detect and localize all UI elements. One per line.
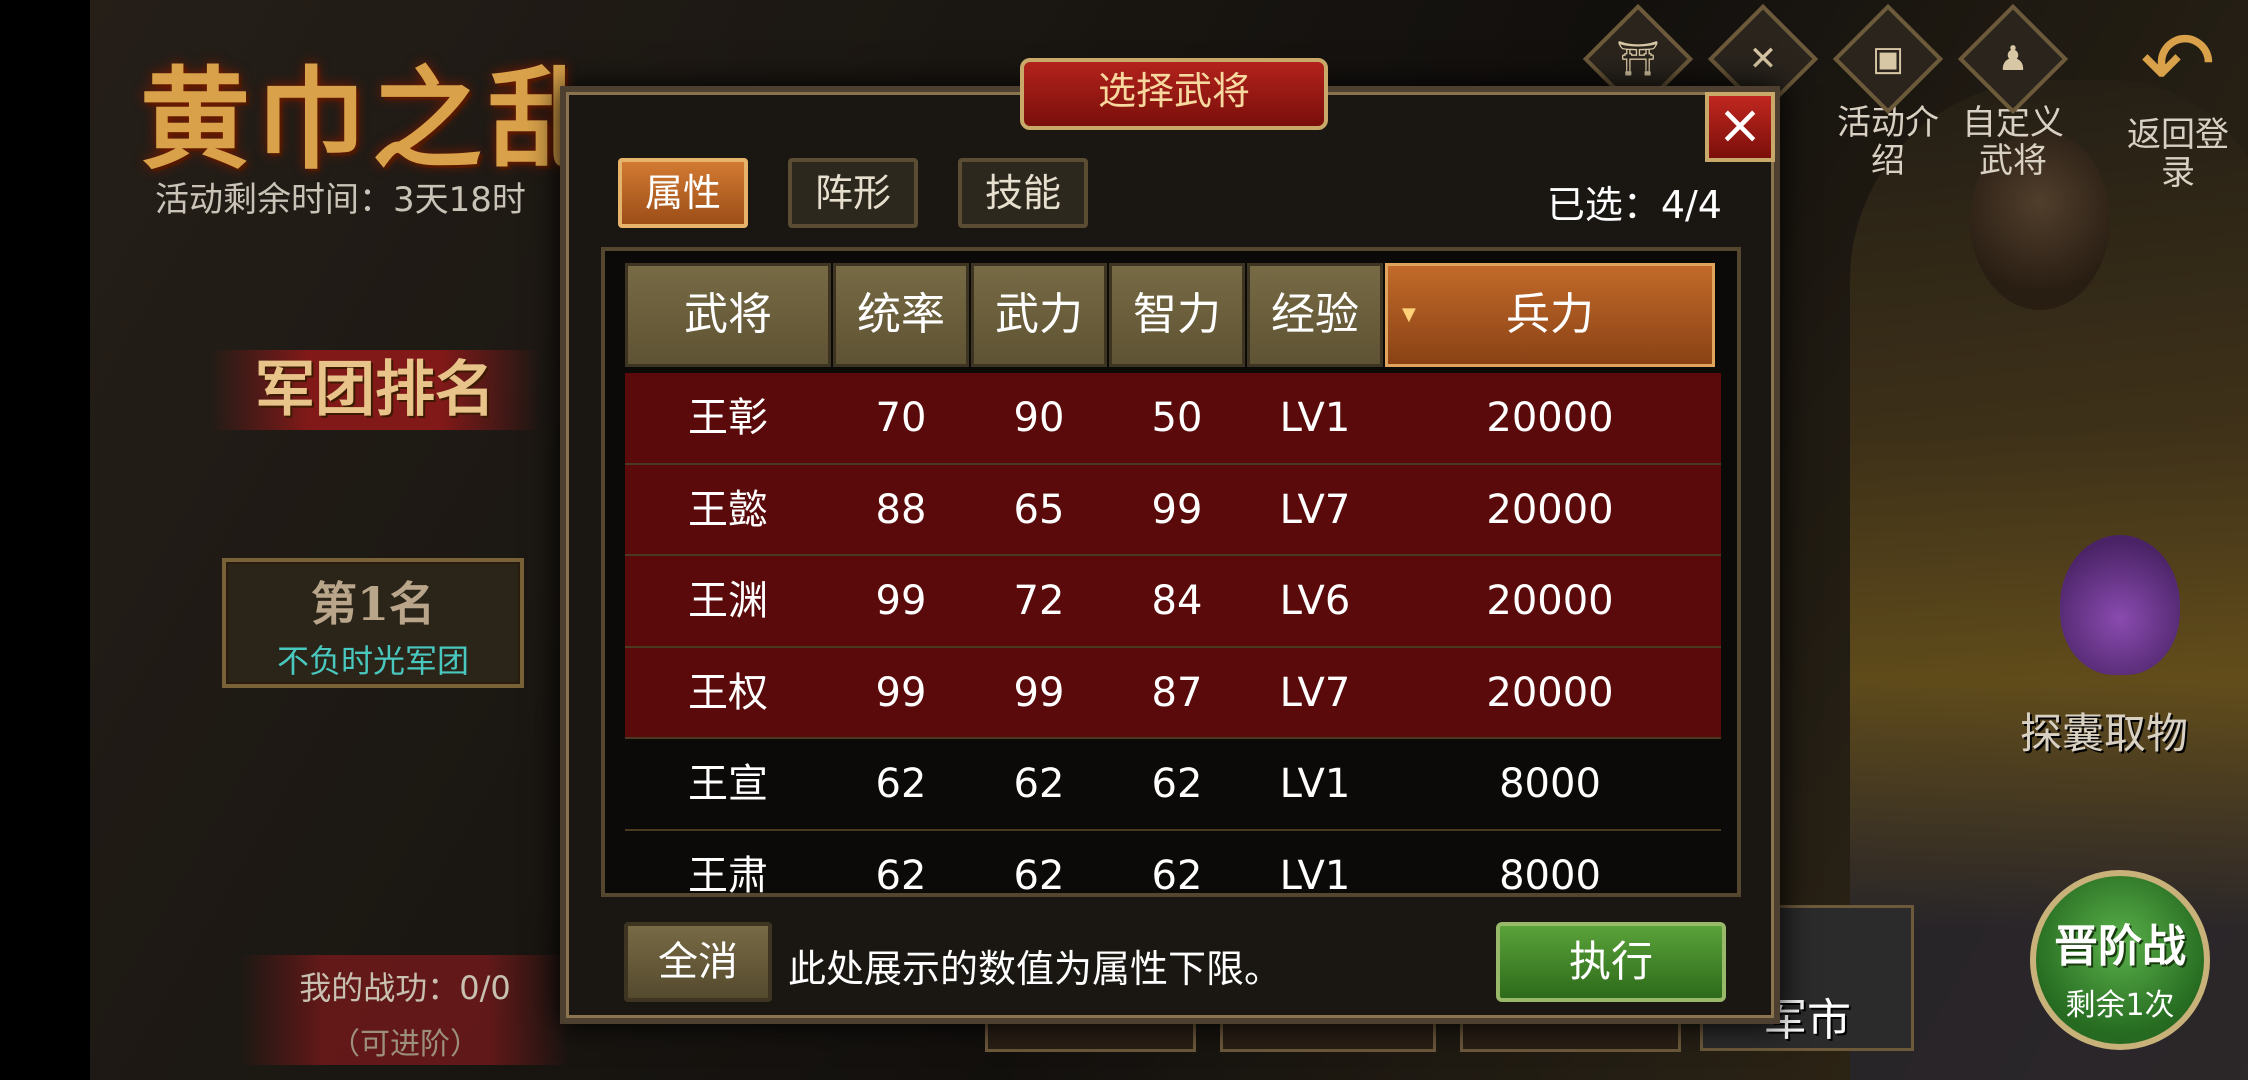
rank-label: 第1名 [310,577,435,631]
table-row[interactable]: 王肃 62 62 62 LV1 8000 [625,831,1721,897]
legion-rank-heading[interactable]: 军团排名 [210,350,540,430]
back-to-login-label: 返回登录 [2127,115,2229,193]
intellect-value: 62 [1151,761,1203,807]
column-header-leadership[interactable]: 统率 [833,263,969,367]
experience-value: LV7 [1279,669,1351,716]
team-name: 不负时光军团 [276,642,469,680]
lucky-bag-label[interactable]: 探囊取物 [2020,700,2188,761]
intellect-value: 99 [1151,486,1203,533]
leadership-value: 62 [875,761,927,807]
custom-general-icon: ♟ [1957,3,2069,115]
leadership-value: 62 [875,852,927,897]
troops-value: 20000 [1486,578,1614,624]
column-header-experience[interactable]: 经验 [1247,263,1383,367]
execute-button[interactable]: 执行 [1496,922,1726,1002]
close-button[interactable]: × [1705,92,1775,162]
column-header-force[interactable]: 武力 [971,263,1107,367]
force-value: 72 [1013,578,1065,624]
intellect-value: 50 [1151,395,1203,441]
general-name: 王权 [688,669,768,716]
promotion-battle-button[interactable]: 晋阶战 剩余1次 [2030,870,2210,1050]
force-value: 62 [1013,761,1065,807]
experience-value: LV7 [1279,486,1351,533]
table-row[interactable]: 王渊 99 72 84 LV6 20000 [625,556,1721,648]
force-value: 90 [1013,395,1065,441]
activity-icon: ▣ [1832,3,1944,115]
attribute-note: 此处展示的数值为属性下限。 [788,947,1283,991]
merit-panel[interactable]: 我的战功：0/0 （可进阶） [240,955,570,1065]
event-title: 黄巾之乱 [140,55,604,184]
tab-formation[interactable]: 阵形 [788,158,918,228]
troops-value: 20000 [1486,486,1614,533]
sort-desc-icon: ▼ [1402,304,1416,325]
general-name: 王肃 [688,852,768,897]
promotion-remaining: 剩余1次 [2065,988,2175,1023]
custom-general-button[interactable]: ♟ 自定义武将 [1953,3,2073,181]
merit-label: 我的战功：0/0 [299,969,511,1007]
column-header-intellect[interactable]: 智力 [1109,263,1245,367]
general-name: 王懿 [688,486,768,533]
experience-value: LV1 [1279,852,1351,897]
experience-value: LV6 [1279,578,1351,624]
table-row[interactable]: 王宣 62 62 62 LV1 8000 [625,739,1721,831]
intellect-value: 84 [1151,578,1203,624]
selected-count: 已选：4/4 [1546,183,1722,227]
select-general-dialog: 属性 阵形 技能 已选：4/4 武将 统率 武力 智力 经验 ▼ 兵力 王彰 70… [560,86,1780,1024]
leadership-value: 99 [875,578,927,624]
table-row[interactable]: 王彰 70 90 50 LV1 20000 [625,373,1721,465]
clear-all-button[interactable]: 全消 [624,922,772,1002]
tab-skills[interactable]: 技能 [958,158,1088,228]
tab-attributes[interactable]: 属性 [618,158,748,228]
general-table: 武将 统率 武力 智力 经验 ▼ 兵力 王彰 70 90 50 LV1 20000 王懿 88… [601,247,1741,897]
force-value: 65 [1013,486,1065,533]
back-to-login-button[interactable]: ↶ 返回登录 [2118,12,2238,193]
troops-header-label: 兵力 [1506,289,1594,340]
troops-value: 8000 [1499,852,1601,897]
general-name: 王宣 [688,761,768,807]
table-row[interactable]: 王懿 88 65 99 LV7 20000 [625,464,1721,556]
column-header-troops[interactable]: ▼ 兵力 [1385,263,1715,367]
general-name: 王彰 [688,395,768,441]
experience-value: LV1 [1279,395,1351,441]
merit-sub: （可进阶） [330,1027,480,1062]
activity-intro-label: 活动介绍 [1837,103,1939,181]
intellect-value: 87 [1151,669,1203,716]
intellect-value: 62 [1151,852,1203,897]
troops-value: 20000 [1486,669,1614,716]
lucky-bag-icon[interactable] [2060,535,2180,675]
leadership-value: 99 [875,669,927,716]
activity-intro-button[interactable]: ▣ 活动介绍 [1828,3,1948,181]
table-body: 王彰 70 90 50 LV1 20000 王懿 88 65 99 LV7 20000 王渊 99 72 84… [625,373,1721,897]
table-row[interactable]: 王权 99 99 87 LV7 20000 [625,647,1721,739]
leadership-value: 88 [875,486,927,533]
dialog-title: 选择武将 [1020,58,1328,130]
column-header-general[interactable]: 武将 [625,263,831,367]
force-value: 99 [1013,669,1065,716]
rank-box[interactable]: 第1名 不负时光军团 [222,558,524,688]
leadership-value: 70 [875,395,927,441]
event-timer: 活动剩余时间：3天18时 [155,180,526,220]
promotion-title: 晋阶战 [2054,921,2186,972]
troops-value: 8000 [1499,761,1601,807]
custom-general-label: 自定义武将 [1962,103,2064,181]
back-arrow-icon: ↶ [2140,12,2216,117]
experience-value: LV1 [1279,761,1351,807]
troops-value: 20000 [1486,395,1614,441]
general-name: 王渊 [688,578,768,624]
force-value: 62 [1013,852,1065,897]
